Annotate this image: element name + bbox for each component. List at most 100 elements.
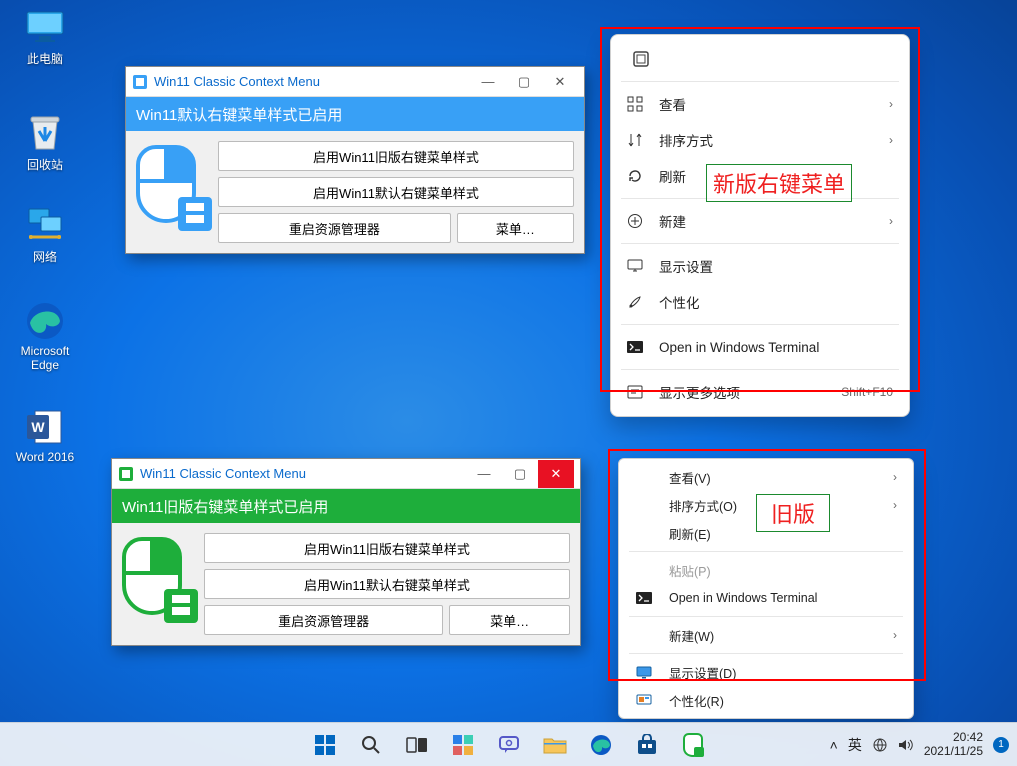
desktop-icon-edge[interactable]: Microsoft Edge: [10, 300, 80, 372]
app-icon: [132, 74, 148, 90]
menu-item-label: 个性化(R): [669, 691, 897, 710]
chevron-right-icon: ›: [889, 214, 893, 228]
desktop-icon-this-pc[interactable]: 此电脑: [10, 6, 80, 67]
enable-classic-button[interactable]: 启用Win11旧版右键菜单样式: [204, 533, 570, 563]
status-text: Win11旧版右键菜单样式已启用: [122, 496, 328, 517]
start-button[interactable]: [304, 726, 346, 764]
menu-item-more-options[interactable]: 显示更多选项 Shift+F10: [611, 374, 909, 410]
menu-item-label: Open in Windows Terminal: [659, 340, 893, 355]
menu-item-label: 显示设置(D): [669, 663, 897, 682]
status-text: Win11默认右键菜单样式已启用: [136, 104, 342, 125]
maximize-button[interactable]: ▢: [502, 460, 538, 488]
restart-explorer-button[interactable]: 重启资源管理器: [218, 213, 451, 243]
terminal-icon: [633, 592, 655, 604]
terminal-icon: [625, 341, 645, 353]
desktop-icon-label: 此电脑: [10, 50, 80, 67]
desktop-icon-network[interactable]: 网络: [10, 204, 80, 265]
menu-button[interactable]: 菜单…: [449, 605, 570, 635]
word-icon: W: [24, 406, 66, 448]
edge-icon: [24, 300, 66, 342]
menu-item-view[interactable]: 查看 ›: [611, 86, 909, 122]
app-icon: [118, 466, 134, 482]
app-window-classic-style: Win11 Classic Context Menu — ▢ ✕ Win11旧版…: [111, 458, 581, 646]
plus-icon: [625, 213, 645, 229]
taskbar: ˄ 英 20:42 2021/11/25 1: [0, 722, 1017, 766]
chevron-right-icon: ›: [889, 133, 893, 147]
taskbar-store[interactable]: [626, 726, 668, 764]
clock-date: 2021/11/25: [924, 745, 983, 759]
mouse-icon: [122, 533, 192, 617]
recycle-bin-icon: [24, 112, 66, 154]
window-title: Win11 Classic Context Menu: [154, 74, 320, 89]
menu-item-paste: 粘贴(P): [619, 556, 913, 584]
desktop-icon-label: Word 2016: [10, 450, 80, 464]
tray-ime[interactable]: 英: [848, 735, 862, 755]
menu-item-display-settings[interactable]: 显示设置: [611, 248, 909, 284]
restart-explorer-button[interactable]: 重启资源管理器: [204, 605, 443, 635]
refresh-icon: [625, 168, 645, 184]
menu-item-shortcut: Shift+F10: [841, 385, 893, 399]
chevron-right-icon: ›: [889, 97, 893, 111]
widgets-button[interactable]: [442, 726, 484, 764]
mouse-icon: [136, 141, 206, 225]
minimize-button[interactable]: —: [466, 460, 502, 488]
monitor-icon: [24, 6, 66, 48]
menu-item-personalize[interactable]: 个性化: [611, 284, 909, 320]
menu-item-terminal[interactable]: Open in Windows Terminal: [619, 584, 913, 612]
chevron-right-icon: ›: [893, 470, 897, 484]
titlebar[interactable]: Win11 Classic Context Menu — ▢ ✕: [126, 67, 584, 97]
search-button[interactable]: [350, 726, 392, 764]
quick-actions-row: [611, 41, 909, 77]
menu-item-label: 查看(V): [669, 468, 879, 487]
desktop-icon-recycle-bin[interactable]: 回收站: [10, 112, 80, 173]
monitor-icon: [625, 259, 645, 273]
menu-item-label: 个性化: [659, 292, 893, 312]
personalize-icon: [633, 694, 655, 707]
brush-icon: [625, 294, 645, 310]
menu-item-new[interactable]: 新建(W) ›: [619, 621, 913, 649]
menu-item-display-settings[interactable]: 显示设置(D): [619, 658, 913, 686]
task-view-button[interactable]: [396, 726, 438, 764]
svg-text:W: W: [31, 419, 45, 435]
menu-item-personalize[interactable]: 个性化(R): [619, 686, 913, 714]
tray-volume-icon[interactable]: [898, 738, 914, 752]
close-button[interactable]: ✕: [538, 460, 574, 488]
tray-network-icon[interactable]: [872, 738, 888, 752]
context-menu-new: 查看 › 排序方式 › 刷新 新建 › 显示设置 个性化 Open in Win…: [610, 34, 910, 417]
taskbar-edge[interactable]: [580, 726, 622, 764]
minimize-button[interactable]: —: [470, 68, 506, 96]
tray-chevron-up-icon[interactable]: ˄: [830, 737, 838, 753]
menu-item-label: 显示设置: [659, 256, 893, 276]
enable-classic-button[interactable]: 启用Win11旧版右键菜单样式: [218, 141, 574, 171]
menu-item-label: 查看: [659, 94, 875, 114]
menu-button[interactable]: 菜单…: [457, 213, 574, 243]
notification-badge[interactable]: 1: [993, 737, 1009, 753]
enable-default-button[interactable]: 启用Win11默认右键菜单样式: [204, 569, 570, 599]
desktop-icon-word[interactable]: W Word 2016: [10, 406, 80, 464]
taskbar-clock[interactable]: 20:42 2021/11/25: [924, 731, 983, 759]
menu-item-label: 新建(W): [669, 626, 879, 645]
menu-item-new[interactable]: 新建 ›: [611, 203, 909, 239]
menu-item-label: 新建: [659, 211, 875, 231]
menu-item-terminal[interactable]: Open in Windows Terminal: [611, 329, 909, 365]
annotation-label-new: 新版右键菜单: [706, 164, 852, 202]
taskbar-app[interactable]: [672, 726, 714, 764]
menu-item-label: 排序方式: [659, 130, 875, 150]
enable-default-button[interactable]: 启用Win11默认右键菜单样式: [218, 177, 574, 207]
desktop-icon-label: Microsoft Edge: [10, 344, 80, 372]
close-button[interactable]: ✕: [542, 68, 578, 96]
chevron-right-icon: ›: [893, 498, 897, 512]
menu-item-view[interactable]: 查看(V) ›: [619, 463, 913, 491]
taskbar-explorer[interactable]: [534, 726, 576, 764]
maximize-button[interactable]: ▢: [506, 68, 542, 96]
status-strip: Win11默认右键菜单样式已启用: [126, 97, 584, 131]
menu-item-sort[interactable]: 排序方式 ›: [611, 122, 909, 158]
status-strip: Win11旧版右键菜单样式已启用: [112, 489, 580, 523]
layout-icon[interactable]: [625, 44, 657, 74]
menu-item-label: 显示更多选项: [659, 382, 827, 402]
clock-time: 20:42: [953, 731, 983, 745]
titlebar[interactable]: Win11 Classic Context Menu — ▢ ✕: [112, 459, 580, 489]
chevron-right-icon: ›: [893, 628, 897, 642]
chat-button[interactable]: [488, 726, 530, 764]
network-icon: [24, 204, 66, 246]
